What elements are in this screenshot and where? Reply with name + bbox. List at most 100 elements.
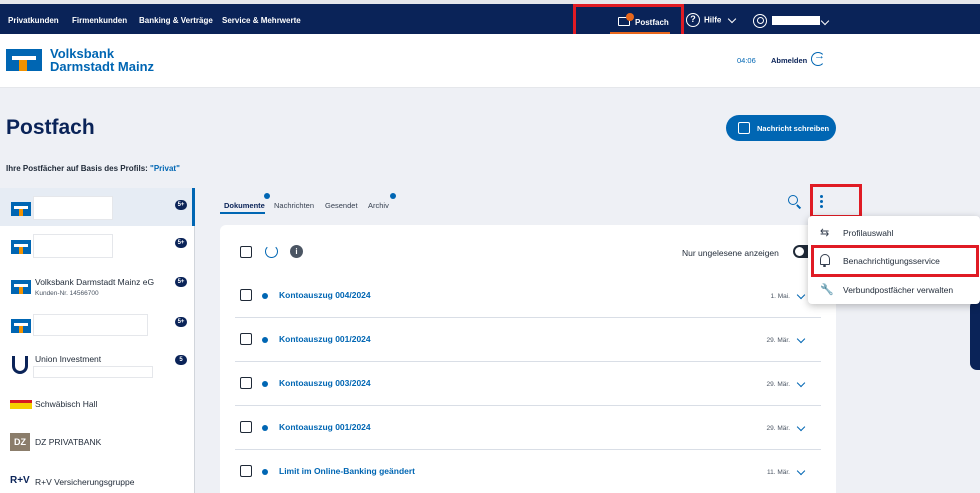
redacted-mailbox-name [33, 196, 113, 220]
search-icon[interactable] [788, 195, 802, 209]
site-header: Volksbank Darmstadt Mainz 04:06 Abmelden [0, 34, 980, 88]
chevron-down-icon[interactable] [796, 378, 806, 388]
mailbox-name: Schwäbisch Hall [35, 399, 98, 409]
message-title[interactable]: Kontoauszug 003/2024 [279, 378, 371, 388]
menu-item-label: Profilauswahl [843, 228, 894, 238]
tab-unread-dot [390, 193, 396, 199]
volksbank-logo[interactable] [6, 49, 42, 71]
nav-link-privatkunden[interactable]: Privatkunden [8, 16, 59, 25]
chevron-down-icon [728, 14, 737, 23]
unread-dot [262, 337, 268, 343]
unread-badge: 5+ [175, 317, 187, 327]
wrench-icon: 🔧 [820, 284, 834, 296]
mailbox-name: Union Investment [35, 354, 102, 364]
tab-gesendet[interactable]: Gesendet [325, 201, 358, 210]
volksbank-icon [11, 280, 31, 294]
side-panel-handle[interactable] [970, 300, 980, 370]
mailbox-item-dz-privatbank[interactable]: DZ DZ PRIVATBANK [0, 428, 195, 466]
mailbox-item-4[interactable]: 5+ [0, 308, 195, 346]
redacted-mailbox-name [33, 234, 113, 258]
profile-note-text: Ihre Postfächer auf Basis des Profils: [6, 164, 151, 173]
chevron-down-icon[interactable] [796, 334, 806, 344]
tab-nachrichten[interactable]: Nachrichten [274, 201, 314, 210]
bank-name-line2: Darmstadt Mainz [50, 59, 155, 74]
row-checkbox[interactable] [240, 377, 252, 389]
schwaebisch-hall-icon [10, 400, 32, 409]
unread-only-label: Nur ungelesene anzeigen [682, 248, 779, 258]
dz-privatbank-icon: DZ [10, 433, 30, 451]
nav-link-firmenkunden[interactable]: Firmenkunden [72, 16, 127, 25]
message-row[interactable]: Kontoauszug 003/2024 29. Mär. [235, 362, 821, 406]
mailbox-item-union-investment[interactable]: Union Investment 5 [0, 348, 195, 386]
unread-dot [262, 425, 268, 431]
select-all-checkbox[interactable] [240, 246, 252, 258]
chevron-down-icon[interactable] [796, 422, 806, 432]
row-checkbox[interactable] [240, 333, 252, 345]
tab-unread-dot [264, 193, 270, 199]
message-date: 29. Mär. [766, 381, 790, 388]
message-row[interactable]: Limit im Online-Banking geändert 11. Mär… [235, 450, 821, 493]
message-date: 29. Mär. [766, 337, 790, 344]
highlight-benachrichtigungsservice [811, 245, 979, 277]
message-date: 29. Mär. [766, 425, 790, 432]
message-row[interactable]: Kontoauszug 001/2024 29. Mär. [235, 318, 821, 362]
customer-number: Kunden-Nr. 14566700 [35, 290, 99, 297]
redacted-account [33, 366, 153, 378]
chevron-down-icon[interactable] [796, 466, 806, 476]
mailbox-item-1[interactable]: 5+ [0, 188, 195, 226]
write-message-button[interactable]: Nachricht schreiben [726, 115, 836, 141]
mailbox-name: Volksbank Darmstadt Mainz eG [35, 277, 155, 287]
mailbox-item-volksbank[interactable]: Volksbank Darmstadt Mainz eG Kunden-Nr. … [0, 268, 195, 306]
mailbox-sidebar: 5+ 5+ Volksbank Darmstadt Mainz eG Kunde… [0, 188, 195, 493]
mailbox-item-rv[interactable]: R+V R+V Versicherungsgruppe [0, 468, 195, 493]
nav-link-service-mehrwerte[interactable]: Service & Mehrwerte [222, 16, 301, 25]
info-icon[interactable]: i [290, 245, 303, 258]
message-date: 1. Mai. [770, 293, 790, 300]
message-title[interactable]: Kontoauszug 001/2024 [279, 334, 371, 344]
mailbox-name: R+V Versicherungsgruppe [35, 477, 135, 487]
menu-item-verbundpostfaecher[interactable]: 🔧 Verbundpostfächer verwalten [808, 277, 980, 301]
volksbank-icon [11, 240, 31, 254]
unread-dot [262, 469, 268, 475]
volksbank-icon [11, 202, 31, 216]
chevron-down-icon[interactable] [796, 290, 806, 300]
unread-badge: 5 [175, 355, 187, 365]
rv-icon: R+V [10, 475, 30, 486]
volksbank-icon [11, 319, 31, 333]
row-checkbox[interactable] [240, 289, 252, 301]
row-checkbox[interactable] [240, 421, 252, 433]
tab-archiv[interactable]: Archiv [368, 201, 389, 210]
union-investment-icon [12, 356, 28, 374]
top-navigation-bar: Privatkunden Firmenkunden Banking & Vert… [0, 0, 980, 34]
question-icon: ? [686, 13, 700, 27]
mailbox-item-schwaebisch-hall[interactable]: Schwäbisch Hall [0, 388, 195, 426]
message-row[interactable]: Kontoauszug 004/2024 1. Mai. [235, 274, 821, 318]
logout-button[interactable]: Abmelden [771, 56, 807, 65]
message-title[interactable]: Limit im Online-Banking geändert [279, 466, 415, 476]
highlight-more-options [810, 184, 862, 218]
help-label: Hilfe [704, 15, 722, 25]
menu-item-label: Verbundpostfächer verwalten [843, 285, 954, 295]
swap-arrows-icon: ⇆ [820, 227, 830, 239]
logout-icon[interactable] [811, 50, 825, 66]
mailbox-item-2[interactable]: 5+ [0, 228, 195, 266]
redacted-username [772, 16, 820, 25]
profile-note: Ihre Postfächer auf Basis des Profils: "… [6, 164, 180, 173]
chevron-down-icon [820, 16, 830, 26]
nav-link-banking-vertraege[interactable]: Banking & Verträge [139, 16, 213, 25]
unread-badge: 5+ [175, 238, 187, 248]
message-date: 11. Mär. [766, 469, 790, 476]
user-icon [753, 14, 767, 28]
unread-dot [262, 381, 268, 387]
message-title[interactable]: Kontoauszug 001/2024 [279, 422, 371, 432]
refresh-icon[interactable] [265, 245, 278, 258]
help-menu-button[interactable]: ? Hilfe [686, 13, 737, 27]
tab-dokumente[interactable]: Dokumente [224, 201, 265, 210]
bank-name: Volksbank Darmstadt Mainz [50, 47, 154, 73]
message-title[interactable]: Kontoauszug 004/2024 [279, 290, 371, 300]
menu-item-profilauswahl[interactable]: ⇆ Profilauswahl [808, 220, 980, 244]
page-title: Postfach [6, 116, 95, 139]
row-checkbox[interactable] [240, 465, 252, 477]
unread-badge: 5+ [175, 200, 187, 210]
message-row[interactable]: Kontoauszug 001/2024 29. Mär. [235, 406, 821, 450]
